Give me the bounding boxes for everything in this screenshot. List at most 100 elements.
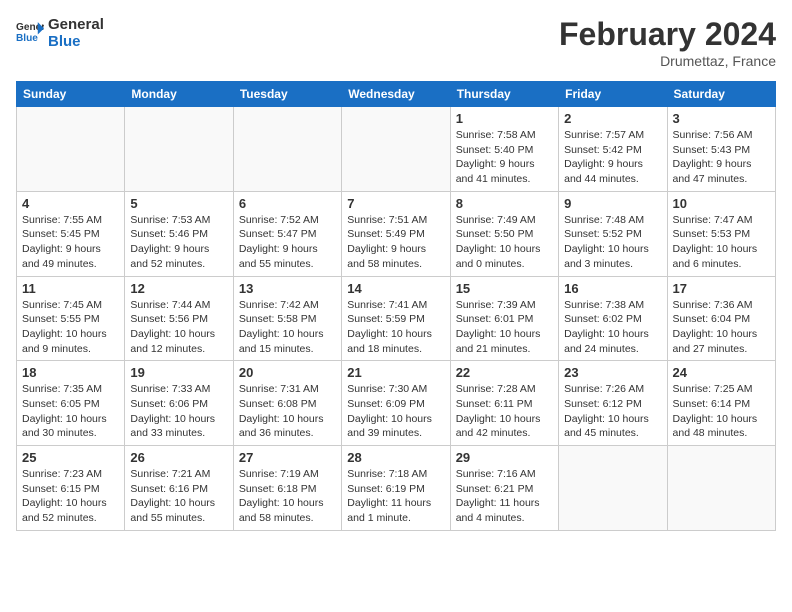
- calendar-cell: 24Sunrise: 7:25 AM Sunset: 6:14 PM Dayli…: [667, 361, 775, 446]
- day-number: 4: [22, 196, 119, 211]
- day-info: Sunrise: 7:16 AM Sunset: 6:21 PM Dayligh…: [456, 467, 553, 526]
- day-info: Sunrise: 7:36 AM Sunset: 6:04 PM Dayligh…: [673, 298, 770, 357]
- logo-line1: General: [48, 16, 104, 33]
- day-info: Sunrise: 7:55 AM Sunset: 5:45 PM Dayligh…: [22, 213, 119, 272]
- day-info: Sunrise: 7:26 AM Sunset: 6:12 PM Dayligh…: [564, 382, 661, 441]
- day-info: Sunrise: 7:23 AM Sunset: 6:15 PM Dayligh…: [22, 467, 119, 526]
- calendar-cell: 15 Sunrise: 7:39 AM Sunset: 6:01 PM Dayli…: [450, 276, 558, 361]
- day-number: 19: [130, 365, 227, 380]
- day-info: Sunrise: 7:49 AM Sunset: 5:50 PM Dayligh…: [456, 213, 553, 272]
- day-info: Sunrise: 7:56 AM Sunset: 5:43 PM Dayligh…: [673, 128, 770, 187]
- day-number: 20: [239, 365, 336, 380]
- weekday-header-row: SundayMondayTuesdayWednesdayThursdayFrid…: [17, 82, 776, 107]
- calendar-cell: 23 Sunrise: 7:26 AM Sunset: 6:12 PM Dayli…: [559, 361, 667, 446]
- calendar-week-row: 25 Sunrise: 7:23 AM Sunset: 6:15 PM Dayli…: [17, 446, 776, 531]
- day-number: 15: [456, 281, 553, 296]
- month-title: February 2024: [559, 16, 776, 53]
- calendar-cell: 14Sunrise: 7:41 AM Sunset: 5:59 PM Dayli…: [342, 276, 450, 361]
- day-number: 5: [130, 196, 227, 211]
- day-number: 2: [564, 111, 661, 126]
- calendar-cell: [667, 446, 775, 531]
- calendar-cell: 8 Sunrise: 7:49 AM Sunset: 5:50 PM Daylig…: [450, 191, 558, 276]
- day-info: Sunrise: 7:44 AM Sunset: 5:56 PM Dayligh…: [130, 298, 227, 357]
- day-info: Sunrise: 7:48 AM Sunset: 5:52 PM Dayligh…: [564, 213, 661, 272]
- calendar-cell: [233, 107, 341, 192]
- day-number: 12: [130, 281, 227, 296]
- calendar-week-row: 1 Sunrise: 7:58 AM Sunset: 5:40 PM Daylig…: [17, 107, 776, 192]
- day-info: Sunrise: 7:39 AM Sunset: 6:01 PM Dayligh…: [456, 298, 553, 357]
- day-number: 17: [673, 281, 770, 296]
- day-number: 9: [564, 196, 661, 211]
- calendar-cell: 5Sunrise: 7:53 AM Sunset: 5:46 PM Daylig…: [125, 191, 233, 276]
- calendar-cell: 16 Sunrise: 7:38 AM Sunset: 6:02 PM Dayli…: [559, 276, 667, 361]
- calendar-week-row: 11 Sunrise: 7:45 AM Sunset: 5:55 PM Dayli…: [17, 276, 776, 361]
- day-number: 8: [456, 196, 553, 211]
- calendar-cell: 9 Sunrise: 7:48 AM Sunset: 5:52 PM Daylig…: [559, 191, 667, 276]
- calendar-cell: 12 Sunrise: 7:44 AM Sunset: 5:56 PM Dayli…: [125, 276, 233, 361]
- day-info: Sunrise: 7:38 AM Sunset: 6:02 PM Dayligh…: [564, 298, 661, 357]
- day-number: 6: [239, 196, 336, 211]
- day-info: Sunrise: 7:31 AM Sunset: 6:08 PM Dayligh…: [239, 382, 336, 441]
- calendar-cell: 18 Sunrise: 7:35 AM Sunset: 6:05 PM Dayli…: [17, 361, 125, 446]
- day-number: 1: [456, 111, 553, 126]
- calendar-cell: 26 Sunrise: 7:21 AM Sunset: 6:16 PM Dayli…: [125, 446, 233, 531]
- calendar-cell: 22 Sunrise: 7:28 AM Sunset: 6:11 PM Dayli…: [450, 361, 558, 446]
- day-info: Sunrise: 7:21 AM Sunset: 6:16 PM Dayligh…: [130, 467, 227, 526]
- calendar-cell: 20 Sunrise: 7:31 AM Sunset: 6:08 PM Dayli…: [233, 361, 341, 446]
- calendar-week-row: 18 Sunrise: 7:35 AM Sunset: 6:05 PM Dayli…: [17, 361, 776, 446]
- title-block: February 2024 Drumettaz, France: [559, 16, 776, 69]
- day-number: 18: [22, 365, 119, 380]
- day-number: 7: [347, 196, 444, 211]
- calendar-cell: [125, 107, 233, 192]
- logo-icon: General Blue: [16, 19, 44, 47]
- weekday-header: Monday: [125, 82, 233, 107]
- day-info: Sunrise: 7:35 AM Sunset: 6:05 PM Dayligh…: [22, 382, 119, 441]
- day-number: 23: [564, 365, 661, 380]
- calendar-cell: 21Sunrise: 7:30 AM Sunset: 6:09 PM Dayli…: [342, 361, 450, 446]
- weekday-header: Thursday: [450, 82, 558, 107]
- calendar-cell: [559, 446, 667, 531]
- calendar-cell: 28Sunrise: 7:18 AM Sunset: 6:19 PM Dayli…: [342, 446, 450, 531]
- weekday-header: Saturday: [667, 82, 775, 107]
- day-info: Sunrise: 7:41 AM Sunset: 5:59 PM Dayligh…: [347, 298, 444, 357]
- day-info: Sunrise: 7:42 AM Sunset: 5:58 PM Dayligh…: [239, 298, 336, 357]
- day-info: Sunrise: 7:33 AM Sunset: 6:06 PM Dayligh…: [130, 382, 227, 441]
- day-info: Sunrise: 7:28 AM Sunset: 6:11 PM Dayligh…: [456, 382, 553, 441]
- day-info: Sunrise: 7:47 AM Sunset: 5:53 PM Dayligh…: [673, 213, 770, 272]
- day-number: 24: [673, 365, 770, 380]
- day-info: Sunrise: 7:18 AM Sunset: 6:19 PM Dayligh…: [347, 467, 444, 526]
- day-number: 25: [22, 450, 119, 465]
- calendar-cell: 11 Sunrise: 7:45 AM Sunset: 5:55 PM Dayli…: [17, 276, 125, 361]
- day-number: 11: [22, 281, 119, 296]
- day-number: 22: [456, 365, 553, 380]
- calendar-cell: 13Sunrise: 7:42 AM Sunset: 5:58 PM Dayli…: [233, 276, 341, 361]
- calendar-cell: 19 Sunrise: 7:33 AM Sunset: 6:06 PM Dayli…: [125, 361, 233, 446]
- calendar-cell: [342, 107, 450, 192]
- day-number: 10: [673, 196, 770, 211]
- day-info: Sunrise: 7:57 AM Sunset: 5:42 PM Dayligh…: [564, 128, 661, 187]
- svg-text:Blue: Blue: [16, 33, 38, 44]
- day-info: Sunrise: 7:58 AM Sunset: 5:40 PM Dayligh…: [456, 128, 553, 187]
- day-number: 21: [347, 365, 444, 380]
- day-number: 26: [130, 450, 227, 465]
- calendar-cell: 3 Sunrise: 7:56 AM Sunset: 5:43 PM Daylig…: [667, 107, 775, 192]
- day-number: 16: [564, 281, 661, 296]
- calendar-cell: 4 Sunrise: 7:55 AM Sunset: 5:45 PM Daylig…: [17, 191, 125, 276]
- day-info: Sunrise: 7:52 AM Sunset: 5:47 PM Dayligh…: [239, 213, 336, 272]
- day-number: 3: [673, 111, 770, 126]
- calendar-table: SundayMondayTuesdayWednesdayThursdayFrid…: [16, 81, 776, 531]
- day-info: Sunrise: 7:51 AM Sunset: 5:49 PM Dayligh…: [347, 213, 444, 272]
- calendar-cell: 1 Sunrise: 7:58 AM Sunset: 5:40 PM Daylig…: [450, 107, 558, 192]
- day-info: Sunrise: 7:45 AM Sunset: 5:55 PM Dayligh…: [22, 298, 119, 357]
- calendar-cell: [17, 107, 125, 192]
- day-number: 27: [239, 450, 336, 465]
- location: Drumettaz, France: [559, 53, 776, 69]
- calendar-cell: 6 Sunrise: 7:52 AM Sunset: 5:47 PM Daylig…: [233, 191, 341, 276]
- calendar-cell: 2 Sunrise: 7:57 AM Sunset: 5:42 PM Daylig…: [559, 107, 667, 192]
- calendar-cell: 27Sunrise: 7:19 AM Sunset: 6:18 PM Dayli…: [233, 446, 341, 531]
- logo: General Blue General Blue: [16, 16, 104, 50]
- page-header: General Blue General Blue February 2024 …: [16, 16, 776, 69]
- calendar-cell: 25 Sunrise: 7:23 AM Sunset: 6:15 PM Dayli…: [17, 446, 125, 531]
- weekday-header: Wednesday: [342, 82, 450, 107]
- weekday-header: Sunday: [17, 82, 125, 107]
